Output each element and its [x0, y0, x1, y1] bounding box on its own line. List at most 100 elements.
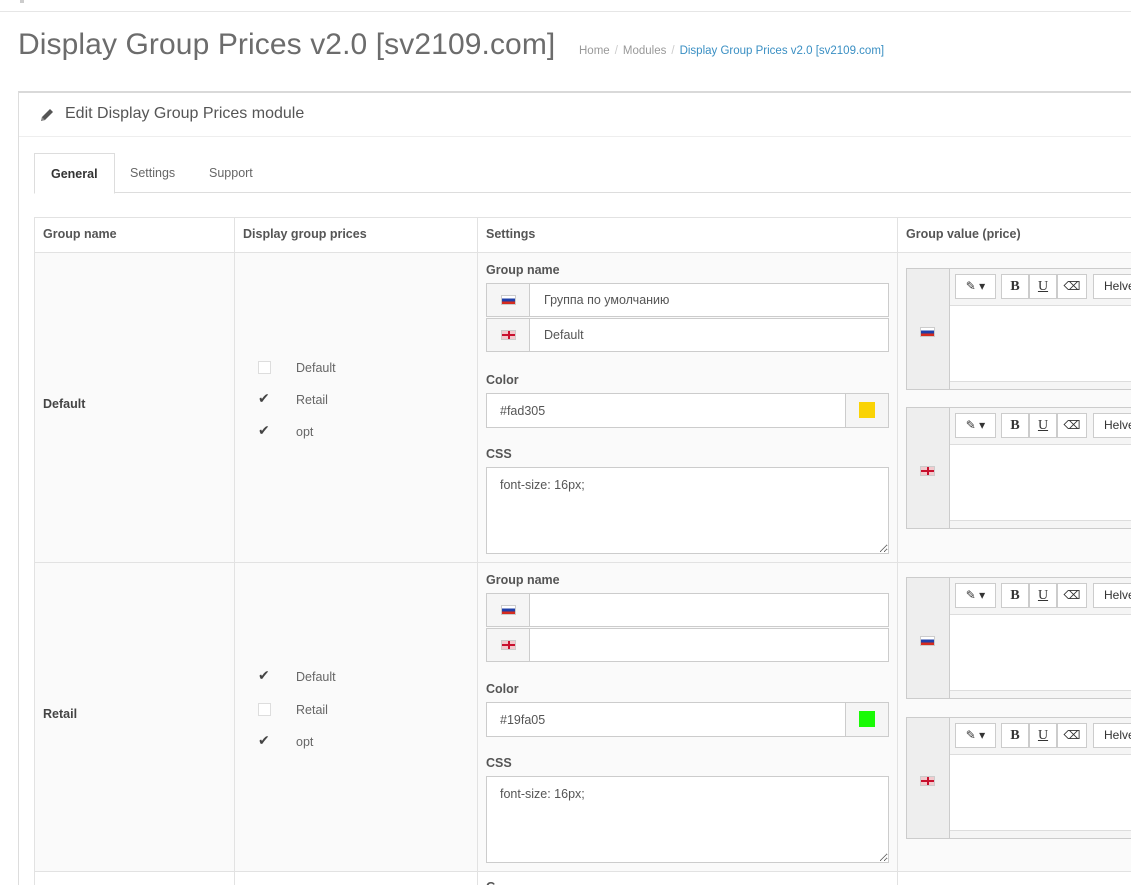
- underline-icon[interactable]: U: [1029, 413, 1057, 438]
- grid-line: [34, 252, 1131, 253]
- group-name-en-input[interactable]: [531, 629, 886, 661]
- uk-flag-icon: [920, 466, 935, 476]
- tab-support[interactable]: Support: [193, 153, 269, 193]
- eraser-icon[interactable]: ⌫: [1057, 413, 1087, 438]
- checkbox-label: Default: [296, 670, 336, 684]
- group-name-ru-input-group: [486, 283, 889, 317]
- grid-line: [34, 217, 1131, 218]
- checkbox-retail-opt[interactable]: ✔: [258, 732, 272, 749]
- pencil-icon: [41, 109, 53, 121]
- color-input[interactable]: [487, 394, 845, 427]
- magic-icon[interactable]: ✎ ▾: [955, 723, 996, 748]
- underline-icon[interactable]: U: [1029, 723, 1057, 748]
- header-group-value: Group value (price): [906, 227, 1021, 241]
- label-group-name: Group name: [486, 263, 560, 277]
- group-name-ru-input[interactable]: [531, 594, 886, 626]
- editor-toolbar: ✎ ▾ B U ⌫ Helve: [950, 578, 1131, 615]
- breadcrumb-home[interactable]: Home: [579, 45, 610, 57]
- checkbox-default-retail[interactable]: ✔: [258, 390, 272, 407]
- editor-resize-bar[interactable]: [950, 381, 1131, 389]
- color-swatch: [859, 402, 875, 418]
- editor-toolbar: ✎ ▾ B U ⌫ Helve: [950, 718, 1131, 755]
- top-strip-mark: [20, 0, 24, 3]
- price-editor-ru: ✎ ▾ B U ⌫ Helve: [906, 577, 1131, 699]
- magic-icon[interactable]: ✎ ▾: [955, 583, 996, 608]
- page-title: Display Group Prices v2.0 [sv2109.com]: [18, 28, 556, 61]
- group-name-en-input-group: [486, 318, 889, 352]
- tab-settings[interactable]: Settings: [114, 153, 191, 193]
- breadcrumb-current[interactable]: Display Group Prices v2.0 [sv2109.com]: [680, 45, 885, 57]
- language-addon: [487, 319, 530, 351]
- underline-icon[interactable]: U: [1029, 583, 1057, 608]
- language-addon: [487, 284, 530, 316]
- breadcrumb-modules[interactable]: Modules: [623, 45, 666, 57]
- color-input-group: [486, 393, 889, 428]
- label-color: Color: [486, 682, 519, 696]
- label-css: CSS: [486, 447, 512, 461]
- price-editor-en: ✎ ▾ B U ⌫ Helve: [906, 407, 1131, 529]
- checkbox-label: Retail: [296, 703, 328, 717]
- eraser-icon[interactable]: ⌫: [1057, 723, 1087, 748]
- module-panel: Edit Display Group Prices module General…: [18, 91, 1131, 885]
- eraser-icon[interactable]: ⌫: [1057, 274, 1087, 299]
- grid-line: [34, 562, 1131, 563]
- color-picker-button[interactable]: [845, 703, 888, 736]
- font-family-dropdown[interactable]: Helve: [1093, 723, 1131, 748]
- group-name-default: Default: [43, 397, 86, 411]
- font-family-dropdown[interactable]: Helve: [1093, 274, 1131, 299]
- ru-flag-icon: [920, 327, 935, 337]
- editor-resize-bar[interactable]: [950, 690, 1131, 698]
- group-name-retail: Retail: [43, 707, 78, 721]
- language-addon: [487, 594, 530, 626]
- group-name-ru-input[interactable]: [531, 284, 886, 316]
- bold-icon[interactable]: B: [1001, 413, 1029, 438]
- bold-icon[interactable]: B: [1001, 723, 1029, 748]
- grid-line: [477, 217, 478, 885]
- color-swatch: [859, 711, 875, 727]
- magic-icon[interactable]: ✎ ▾: [955, 413, 996, 438]
- checkbox-label: Retail: [296, 393, 328, 407]
- editor-toolbar: ✎ ▾ B U ⌫ Helve: [950, 408, 1131, 445]
- bold-icon[interactable]: B: [1001, 583, 1029, 608]
- font-family-dropdown[interactable]: Helve: [1093, 413, 1131, 438]
- css-textarea[interactable]: font-size: 16px;: [486, 467, 889, 554]
- checkbox-label: opt: [296, 735, 314, 749]
- checkbox-retail-retail[interactable]: [258, 703, 272, 717]
- editor-body[interactable]: ✎ ▾ B U ⌫ Helve: [949, 408, 1131, 528]
- tab-general[interactable]: General: [34, 153, 115, 194]
- checkbox-default-opt[interactable]: ✔: [258, 422, 272, 439]
- checkbox-label: Default: [296, 361, 336, 375]
- language-addon: [487, 629, 530, 661]
- tab-bar: General Settings Support: [34, 153, 1131, 194]
- group-name-en-input[interactable]: [531, 319, 886, 351]
- grid-line: [34, 217, 35, 885]
- top-strip: [0, 0, 1131, 12]
- breadcrumb: Home / Modules / Display Group Prices v2.0 […: [579, 45, 885, 57]
- header-group-name: Group name: [43, 227, 117, 241]
- editor-body[interactable]: ✎ ▾ B U ⌫ Helve: [949, 718, 1131, 838]
- font-family-dropdown[interactable]: Helve: [1093, 583, 1131, 608]
- ru-flag-icon: [920, 636, 935, 646]
- editor-resize-bar[interactable]: [950, 830, 1131, 838]
- uk-flag-icon: [501, 640, 516, 650]
- css-textarea[interactable]: font-size: 16px;: [486, 776, 889, 863]
- color-picker-button[interactable]: [845, 394, 888, 427]
- checkbox-retail-default[interactable]: ✔: [258, 667, 272, 684]
- checkbox-default-default[interactable]: [258, 361, 272, 375]
- group-name-en-input-group: [486, 628, 889, 662]
- editor-resize-bar[interactable]: [950, 520, 1131, 528]
- label-color: Color: [486, 373, 519, 387]
- editor-body[interactable]: ✎ ▾ B U ⌫ Helve: [949, 269, 1131, 389]
- ru-flag-icon: [501, 605, 516, 615]
- grid-line: [897, 217, 898, 885]
- panel-title: Edit Display Group Prices module: [65, 105, 305, 122]
- editor-body[interactable]: ✎ ▾ B U ⌫ Helve: [949, 578, 1131, 698]
- underline-icon[interactable]: U: [1029, 274, 1057, 299]
- grid-line: [234, 217, 235, 885]
- color-input[interactable]: [487, 703, 845, 736]
- bold-icon[interactable]: B: [1001, 274, 1029, 299]
- eraser-icon[interactable]: ⌫: [1057, 583, 1087, 608]
- label-group-name: Group name: [486, 573, 560, 587]
- price-editor-en: ✎ ▾ B U ⌫ Helve: [906, 717, 1131, 839]
- magic-icon[interactable]: ✎ ▾: [955, 274, 996, 299]
